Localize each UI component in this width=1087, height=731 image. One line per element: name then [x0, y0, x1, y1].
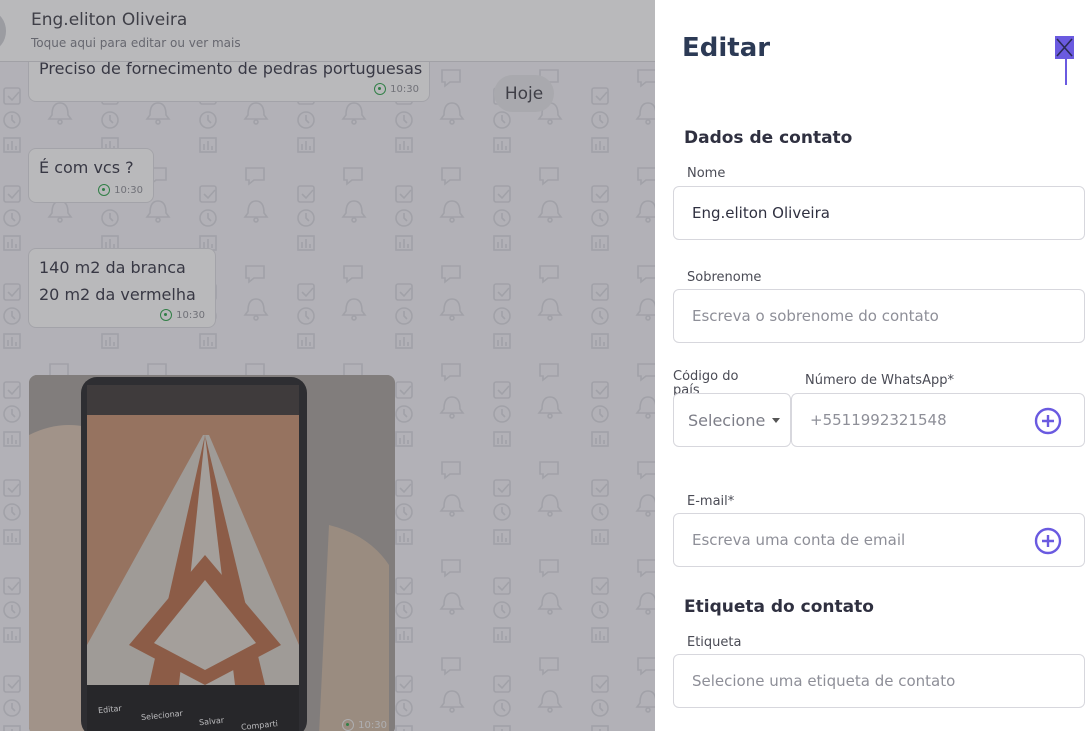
name-field: [673, 186, 1085, 240]
whatsapp-field: [791, 393, 1085, 447]
email-input[interactable]: [674, 531, 1084, 549]
email-field: [673, 513, 1085, 567]
surname-input[interactable]: [674, 307, 1084, 325]
country-code-select[interactable]: Selecione: [673, 393, 791, 447]
surname-label: Sobrenome: [687, 270, 762, 285]
close-icon: [1056, 38, 1073, 57]
name-input[interactable]: [674, 204, 1084, 222]
close-button-underline: [1065, 59, 1067, 85]
email-label: E-mail*: [687, 494, 735, 509]
tag-label: Etiqueta: [687, 635, 742, 650]
name-label: Nome: [687, 166, 726, 181]
whatsapp-label: Número de WhatsApp*: [805, 373, 954, 388]
close-button[interactable]: [1055, 36, 1074, 59]
surname-field: [673, 289, 1085, 343]
add-email-icon[interactable]: [1034, 527, 1062, 555]
add-phone-icon[interactable]: [1034, 407, 1062, 435]
caret-down-icon: [772, 417, 780, 423]
panel-title: Editar: [682, 33, 771, 63]
section-title-tag: Etiqueta do contato: [684, 597, 874, 617]
section-title-contact: Dados de contato: [684, 128, 853, 148]
country-code-value: Selecione: [688, 410, 766, 430]
tag-field[interactable]: [673, 654, 1085, 708]
chat-area: Eng.eliton Oliveira Toque aqui para edit…: [0, 0, 655, 731]
modal-backdrop[interactable]: [0, 0, 655, 731]
edit-contact-panel: Editar Dados de contato Nome Sobrenome C…: [655, 0, 1087, 731]
tag-input[interactable]: [674, 672, 1084, 690]
